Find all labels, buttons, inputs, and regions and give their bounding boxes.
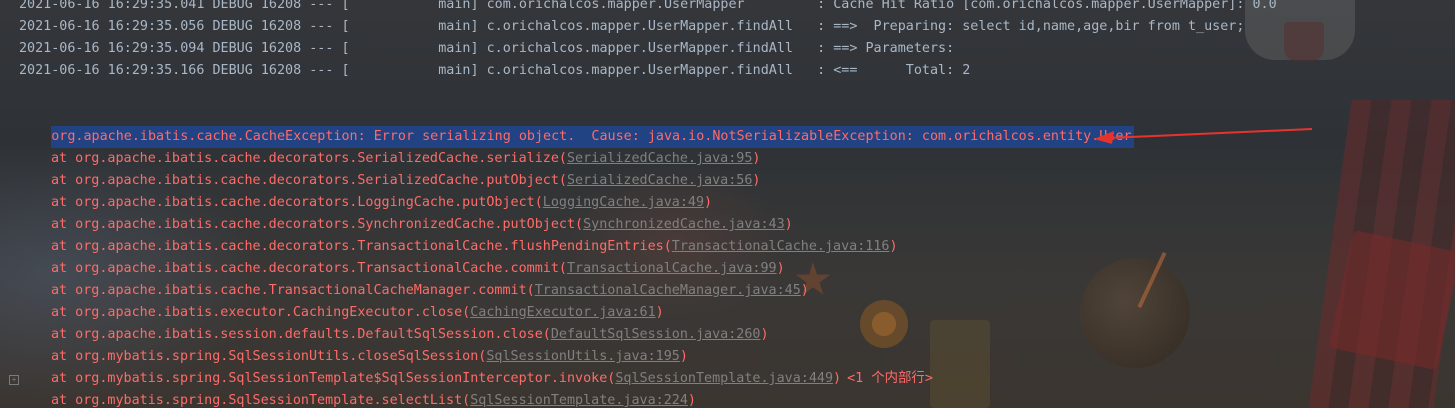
source-file-link[interactable]: SerializedCache.java:95 xyxy=(567,151,752,166)
stack-frame-close-paren: ) xyxy=(784,217,793,232)
debug-log-line: 2021-06-16 16:29:35.056 DEBUG 16208 --- … xyxy=(19,19,1245,34)
debug-log-line: 2021-06-16 16:29:35.041 DEBUG 16208 --- … xyxy=(19,0,1277,12)
stack-frame-close-paren: ) xyxy=(655,305,664,320)
stack-frame-line: at org.mybatis.spring.SqlSessionTemplate… xyxy=(0,368,1455,390)
source-file-link[interactable]: TransactionalCacheManager.java:45 xyxy=(535,283,801,298)
source-file-link[interactable]: CachingExecutor.java:61 xyxy=(470,305,655,320)
stack-frame-line: at org.apache.ibatis.executor.CachingExe… xyxy=(0,302,1455,324)
stack-frame-line: at org.apache.ibatis.session.defaults.De… xyxy=(0,324,1455,346)
stack-frame-line: at org.mybatis.spring.SqlSessionTemplate… xyxy=(0,390,1455,408)
stack-frame-method: at org.apache.ibatis.cache.decorators.Se… xyxy=(51,151,567,166)
stack-frame-line: at org.apache.ibatis.cache.decorators.Sy… xyxy=(0,214,1455,236)
stack-frame-line: at org.apache.ibatis.cache.decorators.Tr… xyxy=(0,258,1455,280)
stack-frame-method: at org.mybatis.spring.SqlSessionTemplate… xyxy=(51,393,471,408)
stack-frame-method: at org.mybatis.spring.SqlSessionTemplate… xyxy=(51,371,616,386)
stack-frame-close-paren: ) xyxy=(833,371,842,386)
stack-frame-method: at org.apache.ibatis.session.defaults.De… xyxy=(51,327,551,342)
stack-frame-method: at org.mybatis.spring.SqlSessionUtils.cl… xyxy=(51,349,487,364)
stack-frame-line: at org.apache.ibatis.cache.decorators.Lo… xyxy=(0,192,1455,214)
exception-line[interactable]: org.apache.ibatis.cache.CacheException: … xyxy=(0,104,1455,148)
source-file-link[interactable]: SerializedCache.java:56 xyxy=(567,173,752,188)
stack-frame-line: at org.apache.ibatis.cache.decorators.Se… xyxy=(0,170,1455,192)
stack-frame-line: at org.mybatis.spring.SqlSessionUtils.cl… xyxy=(0,346,1455,368)
stack-frame-close-paren: ) xyxy=(800,283,809,298)
stack-frame-method: at org.apache.ibatis.executor.CachingExe… xyxy=(51,305,471,320)
stack-frame-method: at org.apache.ibatis.cache.Transactional… xyxy=(51,283,535,298)
stack-frame-method: at org.apache.ibatis.cache.decorators.Sy… xyxy=(51,217,584,232)
folded-lines-toggle[interactable]: <1 个内部行> xyxy=(847,371,933,386)
exception-message-selected[interactable]: org.apache.ibatis.cache.CacheException: … xyxy=(51,126,1134,148)
stack-frame-close-paren: ) xyxy=(679,349,688,364)
console-output[interactable]: 2021-06-16 16:29:35.041 DEBUG 16208 --- … xyxy=(0,0,1455,408)
stack-frame-close-paren: ) xyxy=(704,195,713,210)
source-file-link[interactable]: TransactionalCache.java:116 xyxy=(672,239,890,254)
source-file-link[interactable]: SqlSessionTemplate.java:224 xyxy=(470,393,688,408)
stack-frame-line: at org.apache.ibatis.cache.decorators.Tr… xyxy=(0,236,1455,258)
stack-frame-close-paren: ) xyxy=(752,173,761,188)
stack-frame-close-paren: ) xyxy=(889,239,898,254)
stack-frame-line: at org.apache.ibatis.cache.Transactional… xyxy=(0,280,1455,302)
stack-frame-method: at org.apache.ibatis.cache.decorators.Lo… xyxy=(51,195,543,210)
source-file-link[interactable]: LoggingCache.java:49 xyxy=(543,195,704,210)
stack-frame-close-paren: ) xyxy=(687,393,696,408)
stack-frame-method: at org.apache.ibatis.cache.decorators.Tr… xyxy=(51,261,567,276)
debug-log-line: 2021-06-16 16:29:35.166 DEBUG 16208 --- … xyxy=(19,63,971,78)
source-file-link[interactable]: DefaultSqlSession.java:260 xyxy=(551,327,761,342)
stack-frame-line: at org.apache.ibatis.cache.decorators.Se… xyxy=(0,148,1455,170)
fold-expand-icon[interactable]: + xyxy=(9,375,19,385)
source-file-link[interactable]: SqlSessionTemplate.java:449 xyxy=(615,371,833,386)
stack-frame-close-paren: ) xyxy=(760,327,769,342)
stack-frame-method: at org.apache.ibatis.cache.decorators.Tr… xyxy=(51,239,672,254)
source-file-link[interactable]: SqlSessionUtils.java:195 xyxy=(486,349,679,364)
stack-frame-method: at org.apache.ibatis.cache.decorators.Se… xyxy=(51,173,567,188)
stack-frame-close-paren: ) xyxy=(776,261,785,276)
source-file-link[interactable]: TransactionalCache.java:99 xyxy=(567,261,777,276)
arrow-annotation-icon xyxy=(1094,128,1313,144)
stack-frame-close-paren: ) xyxy=(752,151,761,166)
debug-log-line: 2021-06-16 16:29:35.094 DEBUG 16208 --- … xyxy=(19,41,963,56)
source-file-link[interactable]: SynchronizedCache.java:43 xyxy=(583,217,785,232)
